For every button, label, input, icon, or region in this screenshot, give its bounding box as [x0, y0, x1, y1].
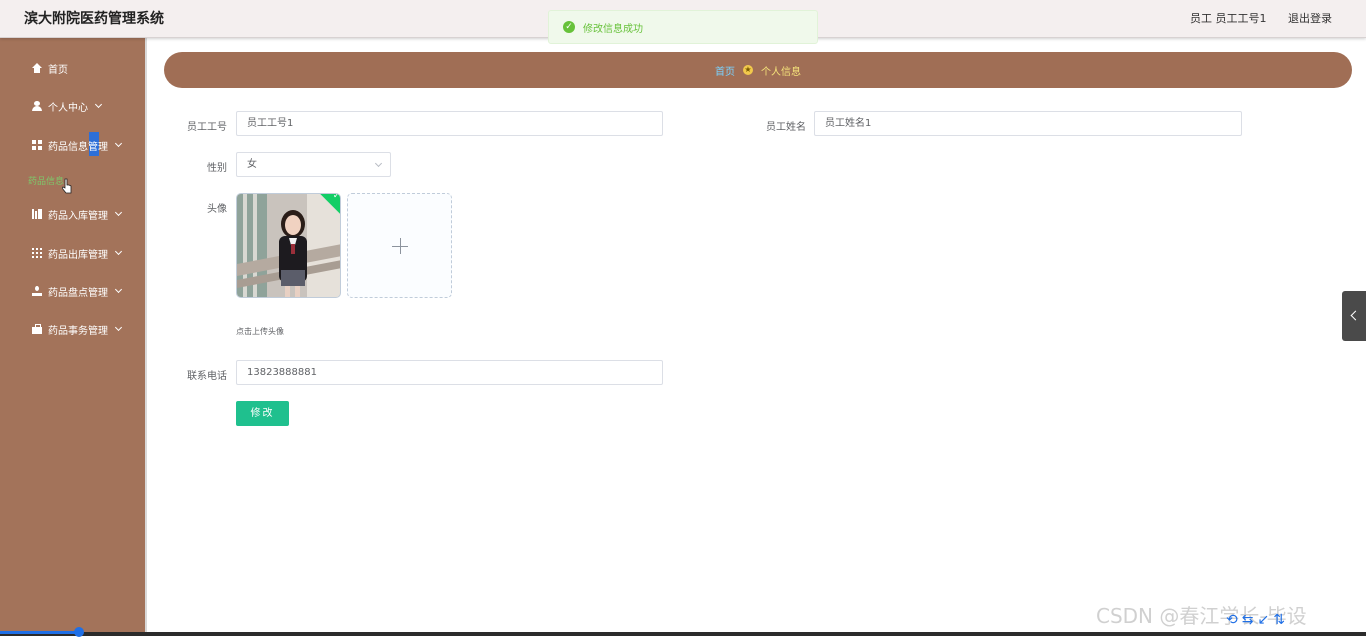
- current-user-label: 员工 员工工号1: [1190, 12, 1267, 25]
- chevron-down-icon: [94, 100, 103, 109]
- home-icon: [32, 63, 42, 73]
- person-icon: [32, 286, 42, 296]
- grid9-icon: [32, 248, 42, 258]
- employee-id-field[interactable]: 员工工号1: [236, 111, 663, 136]
- avatar-upload-hint: 点击上传头像: [236, 327, 284, 336]
- sidebar-item-label: 个人中心: [48, 102, 88, 114]
- breadcrumb-current: 个人信息: [761, 66, 801, 78]
- sidebar-item-label: 药品入库管理: [48, 210, 108, 222]
- avatar-photo: [237, 194, 340, 297]
- chevron-down-icon: [114, 323, 123, 332]
- success-toast: ✓ 修改信息成功: [548, 10, 818, 44]
- sidebar-item-drug-info[interactable]: 药品信息管理: [0, 133, 147, 157]
- chevron-down-icon: [114, 247, 123, 256]
- sidebar-item-drug-affairs[interactable]: 药品事务管理: [0, 317, 147, 341]
- phone-field[interactable]: 13823888881: [236, 360, 663, 385]
- employee-name-field[interactable]: 员工姓名1: [814, 111, 1242, 136]
- sidebar-item-label: 药品信息管理: [48, 141, 108, 153]
- bottom-bar: [0, 632, 1366, 636]
- grid-icon: [32, 140, 42, 150]
- chevron-down-icon: [114, 139, 123, 148]
- employee-name-label: 员工姓名: [766, 122, 806, 133]
- gender-label: 性别: [207, 163, 227, 174]
- breadcrumb-home-link[interactable]: 首页: [715, 63, 735, 78]
- chevron-down-icon: [114, 208, 123, 217]
- sidebar-item-drug-outbound[interactable]: 药品出库管理: [0, 241, 147, 265]
- avatar-upload-button[interactable]: [347, 193, 452, 298]
- mouse-pointer-icon: [62, 178, 72, 194]
- books-icon: [32, 209, 42, 219]
- briefcase-icon: [32, 324, 42, 334]
- sidebar-item-personal-center[interactable]: 个人中心: [0, 94, 147, 118]
- sidebar-item-home[interactable]: 首页: [0, 56, 147, 80]
- check-circle-icon: ✓: [563, 21, 575, 33]
- sidebar-subitem-drug-info[interactable]: 药品信息: [28, 174, 64, 187]
- submit-button[interactable]: 修改: [236, 401, 289, 426]
- logout-link[interactable]: 退出登录: [1288, 10, 1332, 26]
- gender-select-value: 女: [247, 159, 257, 170]
- chevron-left-icon[interactable]: [1342, 291, 1366, 341]
- sidebar-item-drug-inventory[interactable]: 药品盘点管理: [0, 279, 147, 303]
- avatar-image[interactable]: ✓: [236, 193, 341, 298]
- chevron-down-icon: [374, 159, 383, 168]
- employee-id-label: 员工工号: [187, 122, 227, 133]
- phone-label: 联系电话: [187, 371, 227, 382]
- sidebar-item-label: 药品事务管理: [48, 325, 108, 337]
- star-icon: ★: [743, 65, 753, 75]
- sidebar-item-label: 药品盘点管理: [48, 287, 108, 299]
- taskbar-tray-icons: ⟲⇆↙⇅: [1226, 612, 1289, 628]
- sidebar: 首页 个人中心 药品信息管理 药品信息 药品入库管理 药品出库管理 药品盘点管理…: [0, 38, 147, 632]
- toast-message: 修改信息成功: [583, 23, 643, 35]
- avatar-label: 头像: [207, 204, 227, 215]
- app-title: 滨大附院医药管理系统: [24, 11, 164, 27]
- sidebar-item-label: 药品出库管理: [48, 249, 108, 261]
- sidebar-item-drug-inbound[interactable]: 药品入库管理: [0, 202, 147, 226]
- sidebar-item-label: 首页: [48, 64, 68, 76]
- breadcrumb: 首页 ★ 个人信息: [164, 52, 1352, 88]
- progress-fill: [0, 631, 78, 634]
- chevron-down-icon: [114, 285, 123, 294]
- user-icon: [32, 101, 42, 111]
- gender-select[interactable]: 女: [236, 152, 391, 177]
